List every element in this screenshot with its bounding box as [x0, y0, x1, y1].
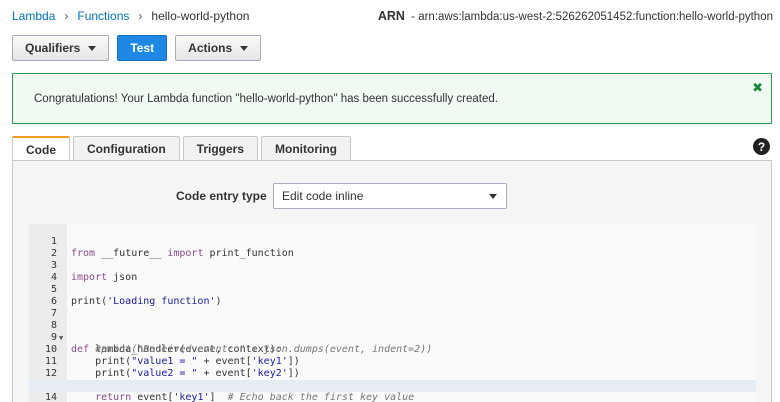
arn-label: ARN [377, 9, 405, 23]
success-flash-message: Congratulations! Your Lambda function "h… [12, 73, 772, 124]
qualifiers-button-label: Qualifiers [25, 41, 81, 55]
breadcrumb-lambda-link[interactable]: Lambda [12, 9, 55, 23]
caret-down-icon [489, 194, 497, 199]
code-line: 2 [29, 236, 756, 259]
tab-monitoring[interactable]: Monitoring [261, 136, 351, 161]
caret-down-icon [88, 45, 97, 51]
code-line-active: 14 #raise Exception('Something went wron… [29, 380, 756, 402]
tab-code[interactable]: Code [12, 136, 70, 161]
code-line: 7 [29, 296, 756, 319]
code-line: 1 from __future__ import print_function [29, 224, 756, 259]
actions-button-label: Actions [188, 41, 233, 55]
tab-triggers[interactable]: Triggers [182, 136, 259, 161]
code-editor[interactable]: 1 from __future__ import print_function … [29, 224, 756, 402]
code-line: 10 print("value1 = " + event['key1']) [29, 332, 756, 367]
arn-value: - arn:aws:lambda:us-west-2:526262051452:… [411, 11, 773, 23]
breadcrumb-functions-link[interactable]: Functions [77, 9, 129, 23]
arn-display: ARN - arn:aws:lambda:us-west-2:526262051… [378, 9, 773, 23]
breadcrumb: Lambda › Functions › hello-world-python [12, 9, 249, 23]
code-panel: Code entry type Edit code inline 1 from … [12, 160, 772, 402]
tab-bar: Code Configuration Triggers Monitoring [12, 136, 351, 161]
test-button[interactable]: Test [117, 35, 168, 61]
close-icon[interactable]: ✖ [752, 80, 763, 96]
code-entry-type-value: Edit code inline [282, 189, 364, 203]
test-button-label: Test [130, 41, 155, 55]
qualifiers-button[interactable]: Qualifiers [12, 35, 110, 61]
tab-configuration[interactable]: Configuration [73, 136, 180, 161]
code-line: 12 print("value3 = " + event['key3']) [29, 356, 756, 391]
code-line: 11 print("value2 = " + event['key2']) [29, 344, 756, 379]
breadcrumb-current: hello-world-python [151, 9, 250, 23]
toolbar: Qualifiers Test Actions [12, 35, 262, 61]
code-entry-type-select[interactable]: Edit code inline [273, 183, 507, 209]
breadcrumb-separator-icon: › [64, 9, 69, 23]
code-text: return event['key1'] # Echo back the fir… [95, 392, 415, 402]
code-line: 8 ▼ def lambda_handler(event, context): [29, 308, 756, 355]
line-number: 14 [44, 392, 57, 402]
code-line: 6 [29, 284, 756, 307]
code-line: 9 #print("Received event: " + json.dumps… [29, 320, 756, 355]
code-line: 4 [29, 260, 756, 283]
top-bar: Lambda › Functions › hello-world-python … [0, 0, 780, 32]
code-line: 13 return event['key1'] # Echo back the … [29, 368, 756, 402]
code-line: 5 print('Loading function') [29, 272, 756, 307]
breadcrumb-separator-icon: › [138, 9, 143, 23]
code-line: 3 import json [29, 248, 756, 283]
flash-message-text: Congratulations! Your Lambda function "h… [34, 93, 498, 105]
help-icon[interactable]: ? [753, 138, 770, 155]
actions-button[interactable]: Actions [175, 35, 262, 61]
caret-down-icon [240, 45, 249, 51]
code-entry-type-label: Code entry type [176, 189, 267, 203]
